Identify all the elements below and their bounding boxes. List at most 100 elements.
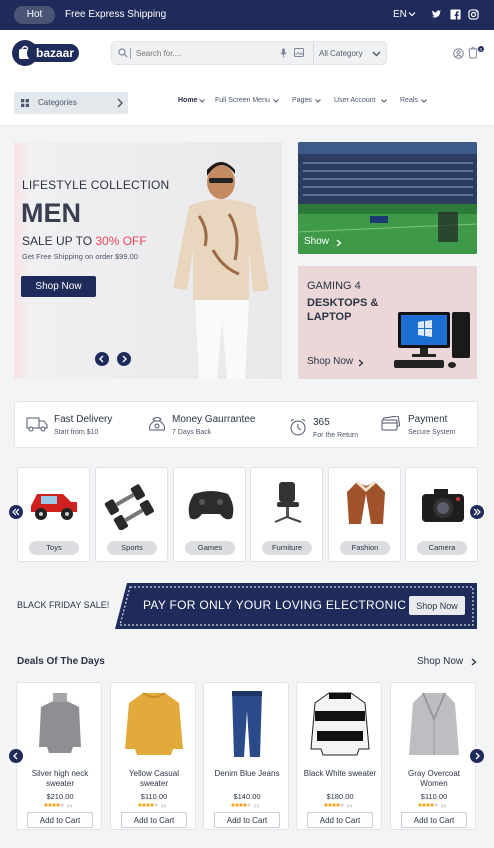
- language-selector[interactable]: EN: [393, 9, 407, 20]
- product-image: [409, 692, 459, 755]
- product-card[interactable]: Gray Overcoat Women $110.00 (0) Add to C…: [390, 682, 476, 830]
- gaming-line2: DESKTOPS & LAPTOP: [307, 297, 379, 323]
- deals-next-button[interactable]: [470, 749, 484, 763]
- nav-full-screen-menu[interactable]: Full Screen Menu: [215, 97, 270, 104]
- category-card-furniture[interactable]: Furniture: [250, 467, 323, 562]
- service-title-return: 365: [313, 417, 330, 428]
- category-divider: [313, 42, 314, 64]
- hero-next-button[interactable]: [117, 352, 131, 366]
- banner-headline: PAY FOR ONLY YOUR LOVING ELECTRONIC: [143, 598, 407, 612]
- deals-title: Deals Of The Days: [17, 656, 105, 667]
- product-card[interactable]: Black White sweater $180.00 (0) Add to C…: [296, 682, 382, 830]
- category-card-games[interactable]: Games: [173, 467, 246, 562]
- gaming-banner[interactable]: GAMING 4 DESKTOPS & LAPTOP Shop Now: [298, 266, 477, 379]
- chevron-right-icon: [358, 359, 364, 367]
- add-to-cart-button[interactable]: Add to Cart: [401, 812, 467, 828]
- nav-user-account[interactable]: User Account: [334, 97, 376, 104]
- search-input[interactable]: [136, 46, 286, 60]
- product-card[interactable]: Silver high neck sweater $210.00 (0) Add…: [16, 682, 102, 830]
- services-bar: Fast Delivery Start from $10 Money Gaurr…: [14, 401, 478, 448]
- chevron-down-icon[interactable]: [381, 99, 387, 103]
- categories-next-button[interactable]: [470, 505, 484, 519]
- bazaar-logo[interactable]: bazaar: [12, 40, 80, 66]
- product-price: $210.00: [46, 792, 74, 801]
- dumbbell-image: [104, 484, 154, 530]
- grid-icon: [21, 99, 29, 107]
- chevron-down-icon[interactable]: [273, 99, 279, 103]
- add-to-cart-button[interactable]: Add to Cart: [27, 812, 93, 828]
- facebook-icon[interactable]: [450, 9, 461, 20]
- arrow-right-icon: [122, 355, 127, 363]
- gaming-line1: GAMING 4: [307, 280, 361, 292]
- product-image: [310, 692, 370, 756]
- instagram-icon[interactable]: [468, 9, 479, 20]
- camera-image: [422, 489, 464, 522]
- categories-button[interactable]: Categories: [14, 92, 128, 114]
- add-to-cart-button[interactable]: Add to Cart: [121, 812, 187, 828]
- category-select[interactable]: All Category: [319, 49, 363, 58]
- chevron-down-icon[interactable]: [199, 99, 205, 103]
- product-card[interactable]: Denim Blue Jeans $140.00 (0) Add to Cart: [203, 682, 289, 830]
- category-card-sports[interactable]: Sports: [95, 467, 168, 562]
- toy-car-image: [31, 494, 77, 520]
- office-chair-image: [274, 482, 302, 523]
- nav-reals[interactable]: Reals: [400, 97, 418, 104]
- product-name: Denim Blue Jeans: [214, 769, 280, 778]
- hero-model-image: [173, 162, 269, 379]
- gaming-shop-now-link[interactable]: Shop Now: [307, 356, 353, 367]
- rating-stars-icon: (0): [231, 803, 260, 808]
- black-friday-text: BLACK FRIDAY SALE!: [17, 600, 110, 610]
- hero-shop-now-button[interactable]: Shop Now: [21, 276, 96, 297]
- chevron-right-icon: [336, 239, 342, 247]
- nav-pages[interactable]: Pages: [292, 97, 312, 104]
- chevron-down-icon[interactable]: [421, 99, 427, 103]
- product-price: $110.00: [140, 792, 168, 801]
- category-label: Fashion: [340, 541, 390, 555]
- banner-shop-now-button[interactable]: Shop Now: [409, 596, 465, 615]
- user-icon[interactable]: [453, 48, 464, 59]
- hero-prev-button[interactable]: [95, 352, 109, 366]
- categories-prev-button[interactable]: [9, 505, 23, 519]
- stadium-show-link[interactable]: Show: [304, 236, 329, 247]
- topbar: Hot Free Express Shipping EN: [0, 0, 494, 30]
- deals-shop-now-link[interactable]: Shop Now: [417, 656, 463, 667]
- stadium-banner[interactable]: Show: [298, 142, 477, 254]
- chevron-down-icon[interactable]: [372, 51, 381, 57]
- hero-kicker: LIFESTYLE COLLECTION: [22, 178, 170, 192]
- service-subtitle-delivery: Start from $10: [54, 429, 99, 436]
- chevron-down-icon[interactable]: [408, 10, 416, 18]
- service-title-money: Money Gaurrantee: [172, 414, 256, 425]
- category-label: Games: [185, 541, 235, 555]
- cart-icon[interactable]: 0: [468, 46, 485, 60]
- category-card-camera[interactable]: Camera: [405, 467, 478, 562]
- rating-stars-icon: (0): [324, 803, 353, 808]
- deals-prev-button[interactable]: [9, 749, 23, 763]
- category-label: Camera: [417, 541, 467, 555]
- svg-text:(0): (0): [347, 803, 353, 808]
- product-image: [232, 691, 262, 757]
- category-label: Sports: [107, 541, 157, 555]
- twitter-icon[interactable]: [431, 9, 442, 20]
- product-price: $180.00: [326, 792, 354, 801]
- search-icon: [118, 48, 128, 58]
- chevron-down-icon[interactable]: [315, 99, 321, 103]
- double-chevron-right-icon: [473, 508, 481, 516]
- desktop-computer-image: [394, 312, 470, 368]
- image-search-icon[interactable]: [294, 48, 304, 57]
- logo-text: bazaar: [36, 46, 74, 60]
- chevron-right-icon[interactable]: [471, 658, 477, 666]
- add-to-cart-button[interactable]: Add to Cart: [307, 812, 373, 828]
- category-card-fashion[interactable]: Fashion: [328, 467, 401, 562]
- product-card[interactable]: Yellow Casual sweater $110.00 (0) Add to…: [110, 682, 196, 830]
- product-image: [125, 692, 183, 755]
- arrow-left-icon: [13, 752, 18, 760]
- arrow-left-icon: [99, 355, 104, 363]
- rating-stars-icon: (0): [138, 803, 167, 808]
- truck-icon: [26, 417, 48, 432]
- category-card-toys[interactable]: Toys: [17, 467, 90, 562]
- microphone-icon[interactable]: [280, 48, 287, 58]
- jacket-image: [347, 480, 385, 524]
- nav-home[interactable]: Home: [178, 97, 197, 104]
- add-to-cart-button[interactable]: Add to Cart: [214, 812, 280, 828]
- rating-stars-icon: (0): [44, 803, 73, 808]
